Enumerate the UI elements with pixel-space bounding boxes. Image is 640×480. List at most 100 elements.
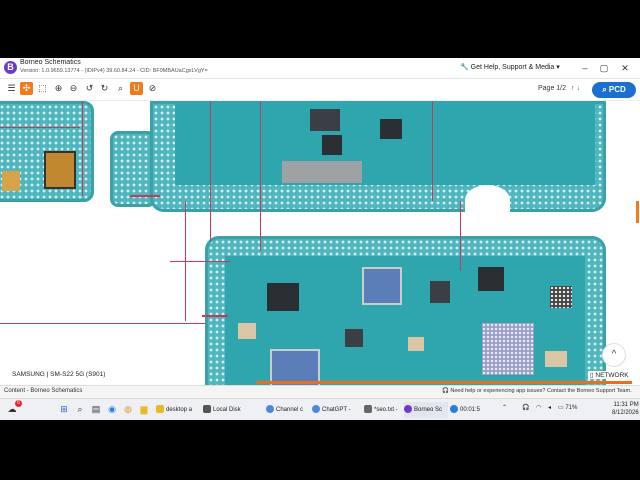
pcd-search-icon: ⌕ xyxy=(602,85,609,94)
select-icon[interactable]: ⬚ xyxy=(36,82,49,95)
taskbar-app-label: Local Disk xyxy=(213,407,241,413)
chrome-icon[interactable]: ◍ xyxy=(122,403,134,415)
taskbar-app-recorder[interactable]: 00:01:5 xyxy=(450,402,484,418)
net-trace[interactable] xyxy=(0,127,80,128)
system-clock[interactable]: 11:31 PM 8/12/2026 xyxy=(612,401,639,417)
taskbar-app-label: *seo.txt - xyxy=(374,407,398,413)
volume-icon[interactable]: ◂ xyxy=(548,404,551,411)
network-button[interactable]: ▯ NETWORK xyxy=(588,371,631,379)
net-trace[interactable] xyxy=(460,201,461,271)
taskbar-app-label: desktop a xyxy=(166,407,193,413)
taskbar-app-local-disk[interactable]: Local Disk xyxy=(203,402,249,418)
scroll-to-top-button[interactable]: ^ xyxy=(602,343,626,367)
component-connector[interactable] xyxy=(2,171,20,191)
drive-icon xyxy=(203,405,211,414)
net-trace[interactable] xyxy=(170,261,230,262)
toolbar: ☰ ✣ ⬚ ⊕ ⊖ ↺ ↻ ⌕ U ⊘ Page 1/2 ↑ ↓ ⌕ PCD xyxy=(0,79,640,101)
edge-icon[interactable]: ◉ xyxy=(106,403,118,415)
model-label: SAMSUNG | SM-S22 5G (S901) xyxy=(10,371,108,378)
page-down-button[interactable]: ↓ xyxy=(576,85,580,92)
task-view-icon[interactable]: ▤ xyxy=(90,403,102,415)
app-title: Borneo Schematics xyxy=(20,59,81,66)
notepad-icon xyxy=(364,405,372,414)
component-ic-3[interactable] xyxy=(478,267,504,291)
component-shield[interactable] xyxy=(282,161,362,183)
tray-headset-icon[interactable]: 🎧 xyxy=(522,404,529,411)
close-button[interactable]: ✕ xyxy=(618,61,632,75)
board-upper-inner xyxy=(175,101,595,185)
menu-icon[interactable]: ☰ xyxy=(5,82,18,95)
minimize-button[interactable]: – xyxy=(578,61,592,75)
page-up-button[interactable]: ↑ xyxy=(571,85,575,92)
maximize-button[interactable]: ▢ xyxy=(597,61,611,75)
taskbar-app-desktop[interactable]: desktop a xyxy=(156,402,200,418)
net-label-marker[interactable] xyxy=(202,315,228,317)
status-bar: Content - Borneo Schematics 🎧 Need help … xyxy=(0,385,640,398)
component-ic[interactable] xyxy=(322,135,342,155)
fit-view-icon[interactable]: ✣ xyxy=(20,82,33,95)
help-support-menu[interactable]: 🔧 Get Help, Support & Media ▾ xyxy=(460,63,560,71)
chevron-down-icon: ▾ xyxy=(556,64,560,71)
app-version-info: Version: 1.0.9659.13774 - (IDIPv4) 39.60… xyxy=(20,68,208,74)
wifi-icon[interactable]: ◠ xyxy=(536,404,541,411)
battery-status[interactable]: ▭ 71% xyxy=(558,404,577,411)
app-window: B Borneo Schematics Version: 1.0.9659.13… xyxy=(0,58,640,420)
chrome-icon xyxy=(312,405,320,414)
taskbar-app-notepad[interactable]: *seo.txt - xyxy=(364,402,402,418)
taskbar-app-channel[interactable]: Channel c xyxy=(266,402,310,418)
app-logo-icon: B xyxy=(4,61,17,74)
zoom-out-icon[interactable]: ⊖ xyxy=(67,82,80,95)
support-text: Need help or experiencing app issues? Co… xyxy=(450,388,632,394)
component-memory[interactable] xyxy=(270,349,320,385)
net-trace[interactable] xyxy=(0,323,205,324)
pcd-label: PCD xyxy=(608,85,626,94)
notification-badge: 6 xyxy=(15,400,22,407)
start-icon[interactable]: ⊞ xyxy=(58,403,70,415)
chrome-icon xyxy=(266,405,274,414)
component-bga-small[interactable] xyxy=(550,286,572,308)
page-indicator-text: Page 1/2 xyxy=(538,85,567,92)
net-trace[interactable] xyxy=(432,101,433,201)
component-chip[interactable] xyxy=(310,109,340,131)
borneo-icon xyxy=(404,405,412,414)
help-label: Get Help, Support & Media xyxy=(470,64,555,71)
search-icon[interactable]: ⌕ xyxy=(74,403,86,415)
rotate-left-icon[interactable]: ↺ xyxy=(83,82,96,95)
component-chip-2[interactable] xyxy=(345,329,363,347)
component-connector-large[interactable] xyxy=(44,151,76,189)
page-indicator: Page 1/2 ↑ ↓ xyxy=(538,85,580,92)
support-link[interactable]: 🎧 Need help or experiencing app issues? … xyxy=(442,388,632,394)
status-text: Content - Borneo Schematics xyxy=(4,388,83,394)
board-notch xyxy=(465,185,510,215)
component-capacitor[interactable] xyxy=(238,323,256,339)
network-label: NETWORK xyxy=(595,372,629,379)
component-chip-3[interactable] xyxy=(430,281,450,303)
title-bar: B Borneo Schematics Version: 1.0.9659.13… xyxy=(0,58,640,79)
vertical-scrollbar[interactable] xyxy=(636,201,639,223)
component-bga-chip[interactable] xyxy=(362,267,402,305)
taskbar-app-chatgpt[interactable]: ChatGPT - xyxy=(312,402,360,418)
net-trace[interactable] xyxy=(260,101,261,251)
file-explorer-icon[interactable]: ▆ xyxy=(138,403,150,415)
zoom-in-icon[interactable]: ⊕ xyxy=(52,82,65,95)
clock-time: 11:31 PM xyxy=(613,402,639,408)
component-capacitor-2[interactable] xyxy=(408,337,424,351)
taskbar-app-label: 00:01:5 xyxy=(460,407,481,413)
magnet-icon[interactable]: U xyxy=(130,82,143,95)
net-trace[interactable] xyxy=(185,201,186,321)
no-highlight-icon[interactable]: ⊘ xyxy=(146,82,159,95)
search-icon[interactable]: ⌕ xyxy=(114,82,127,95)
net-trace[interactable] xyxy=(210,101,211,241)
loading-progress-bar xyxy=(256,381,632,384)
pcd-button[interactable]: ⌕ PCD xyxy=(592,82,636,98)
net-label-marker[interactable] xyxy=(130,195,160,197)
component-capacitor-3[interactable] xyxy=(545,351,567,367)
net-trace[interactable] xyxy=(82,101,83,196)
component-processor[interactable] xyxy=(482,323,534,375)
taskbar-app-borneo[interactable]: Borneo Sc xyxy=(404,402,448,418)
schematic-canvas[interactable]: ^ SAMSUNG | SM-S22 5G (S901) ▯ NETWORK xyxy=(0,101,640,385)
rotate-right-icon[interactable]: ↻ xyxy=(98,82,111,95)
component-pmic[interactable] xyxy=(267,283,299,311)
component-ic-2[interactable] xyxy=(380,119,402,139)
tray-chevron-icon[interactable]: ⌃ xyxy=(502,404,507,411)
